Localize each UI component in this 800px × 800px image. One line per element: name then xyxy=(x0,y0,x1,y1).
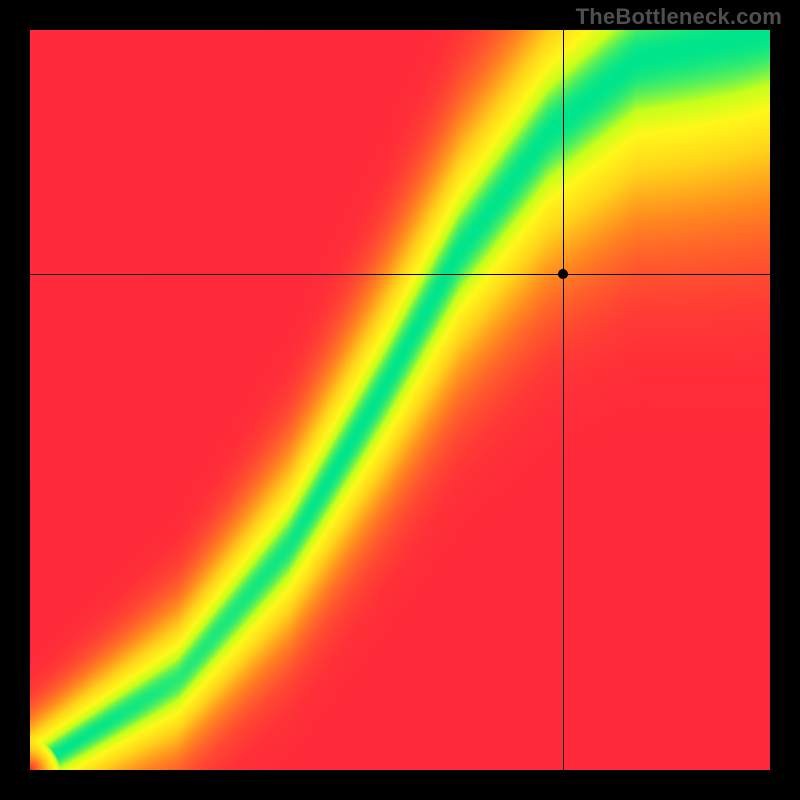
heatmap-canvas xyxy=(30,30,770,770)
heatmap-plot xyxy=(30,30,770,770)
crosshair-horizontal xyxy=(30,274,770,275)
crosshair-vertical xyxy=(563,30,564,770)
chart-stage: TheBottleneck.com xyxy=(0,0,800,800)
marker-point xyxy=(558,269,568,279)
watermark-text: TheBottleneck.com xyxy=(576,4,782,30)
